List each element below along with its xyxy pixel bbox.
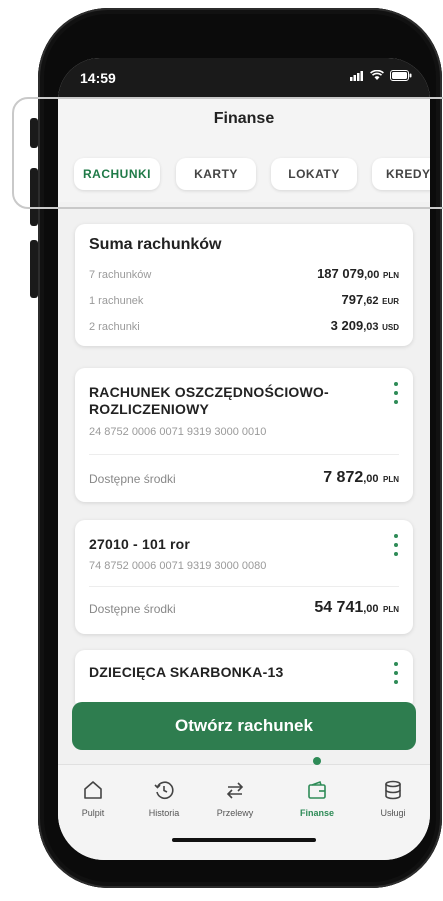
wifi-icon [370,70,384,80]
active-indicator [313,757,321,765]
divider [89,586,399,587]
summary-row-value: 797,62 EUR [341,292,399,307]
nav-item-finanse[interactable]: Finanse [282,779,352,818]
account-card[interactable]: DZIECIĘCA SKARBONKA-13 [75,650,413,710]
summary-row: 7 rachunków 187 079,00 PLN [89,266,399,286]
wallet-icon [308,780,326,799]
nav-label: Pulpit [81,808,105,818]
open-account-button[interactable]: Otwórz rachunek [72,702,416,750]
nav-label: Historia [148,808,180,818]
summary-title: Suma rachunków [89,236,222,253]
transfer-icon [226,782,244,799]
available-funds-value: 7 872,00 PLN [323,469,399,486]
summary-row-label: 7 rachunków [89,269,152,281]
summary-row-label: 2 rachunki [89,321,140,333]
more-options-icon[interactable] [391,662,401,684]
home-icon [84,781,102,799]
account-number: 74 8752 0006 0071 9319 3000 0080 [89,560,267,572]
more-options-icon[interactable] [391,534,401,556]
signal-icon [350,70,363,81]
nav-label: Finanse [299,808,334,818]
available-funds-value: 54 741,00 PLN [314,599,399,616]
available-funds-label: Dostępne środki [89,602,176,616]
nav-item-uslugi[interactable]: Usługi [358,779,428,818]
account-number: 24 8752 0006 0071 9319 3000 0010 [89,426,267,438]
home-indicator[interactable] [172,838,316,842]
account-name: DZIECIĘCA SKARBONKA-13 [89,664,284,680]
summary-row-value: 187 079,00 PLN [317,266,399,281]
history-icon [154,781,174,800]
accounts-summary-card: Suma rachunków 7 rachunków 187 079,00 PL… [75,224,413,346]
nav-item-historia[interactable]: Historia [129,779,199,818]
nav-label: Usługi [380,808,406,818]
divider [89,454,399,455]
battery-icon [390,70,412,81]
bottom-nav: Pulpit Historia Przelewy Finanse Usługi [58,757,430,825]
available-funds-label: Dostępne środki [89,472,176,486]
database-icon [385,780,401,800]
more-options-icon[interactable] [391,382,401,404]
account-name: 27010 - 101 ror [89,536,191,552]
nav-item-pulpit[interactable]: Pulpit [58,779,128,818]
account-card[interactable]: RACHUNEK OSZCZĘDNOŚCIOWO-ROZLICZENIOWY 2… [75,368,413,502]
nav-label: Przelewy [216,808,254,818]
status-time: 14:59 [80,70,116,86]
summary-row: 2 rachunki 3 209,03 USD [89,318,399,338]
summary-row-value: 3 209,03 USD [330,318,399,333]
account-card[interactable]: 27010 - 101 ror 74 8752 0006 0071 9319 3… [75,520,413,634]
summary-row-label: 1 rachunek [89,295,144,307]
home-indicator-area [58,824,430,860]
nav-item-przelewy[interactable]: Przelewy [200,779,270,818]
volume-down-button [30,240,38,298]
summary-row: 1 rachunek 797,62 EUR [89,292,399,312]
status-icons [350,70,412,81]
tabs-highlight-frame [12,97,443,209]
account-name: RACHUNEK OSZCZĘDNOŚCIOWO-ROZLICZENIOWY [89,384,329,417]
status-bar: 14:59 [58,58,430,98]
